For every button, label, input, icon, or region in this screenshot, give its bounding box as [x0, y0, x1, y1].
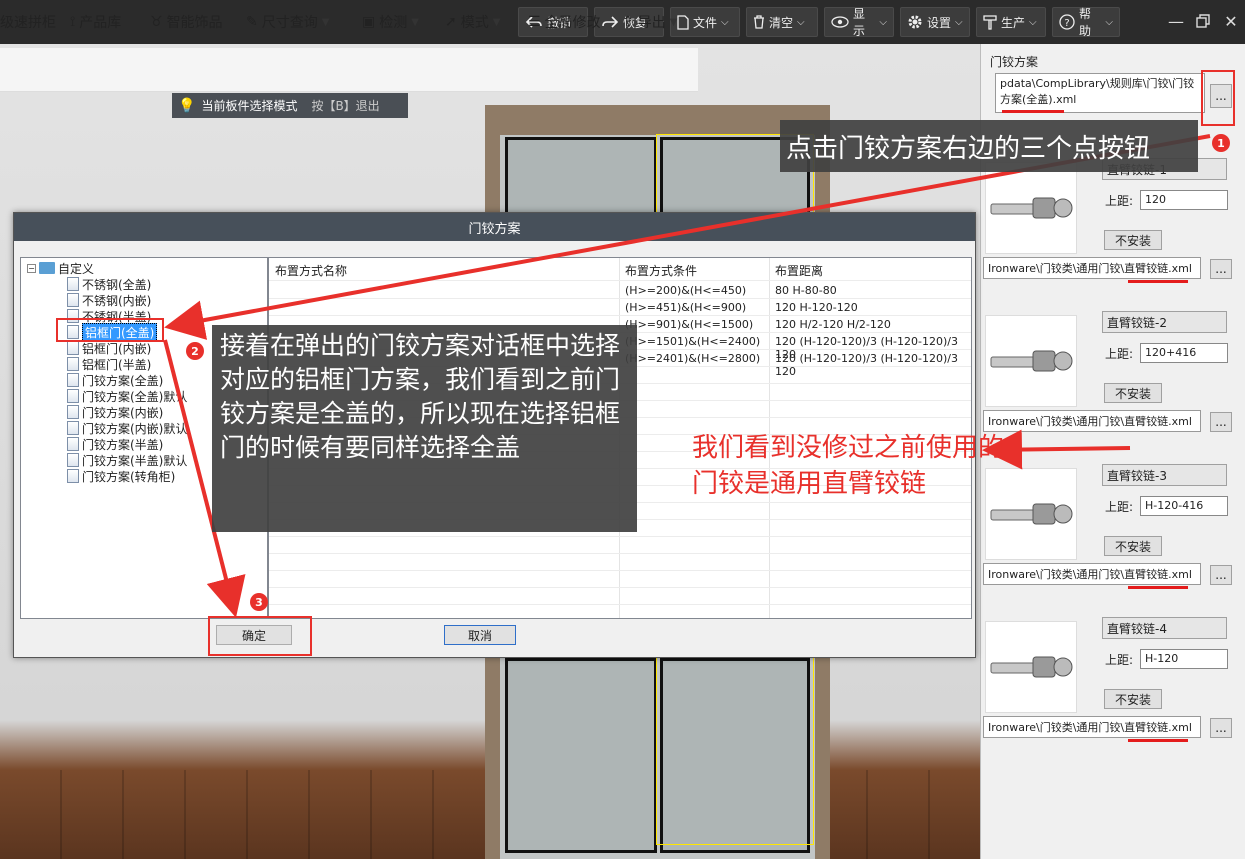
- step-badge-3: 3: [250, 593, 268, 611]
- annotation-step2: 接着在弹出的门铰方案对话框中选择对应的铝框门方案，我们看到之前门铰方案是全盖的，…: [212, 325, 637, 532]
- step-badge-1: 1: [1212, 134, 1230, 152]
- annotation-hinge-note: 我们看到没修过之前使用的门铰是通用直臂铰链: [692, 433, 1005, 499]
- step-badge-2: 2: [186, 342, 204, 360]
- annotation-step1: 点击门铰方案右边的三个点按钮: [780, 120, 1198, 172]
